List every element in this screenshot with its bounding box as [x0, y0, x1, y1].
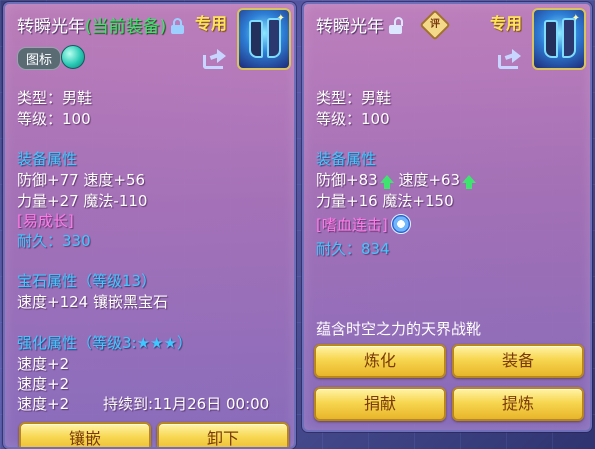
equip-button[interactable]: 装备: [452, 344, 584, 378]
boots-item-icon: ✦: [237, 8, 291, 70]
boots-item-icon: ✦: [532, 8, 586, 70]
enhance-expire: 持续到:11月26日 00:00: [103, 395, 270, 413]
rating-badge-text: 评: [430, 19, 440, 30]
item-type: 类型：男鞋: [316, 89, 392, 107]
share-icon[interactable]: [498, 49, 522, 69]
item-level: 等级：100: [316, 110, 390, 128]
gem-attr-title: 宝石属性（等级13）: [17, 270, 156, 291]
up-arrow-icon: [379, 175, 394, 189]
special-effect: [易成长]: [17, 212, 74, 230]
attr-line-2: 力量+16 魔法+150: [316, 192, 454, 210]
enhance-line-1: 速度+2: [17, 355, 70, 373]
durability-value: 330: [62, 232, 91, 250]
item-title-row: 转瞬光年: [316, 12, 403, 37]
icon-tag[interactable]: 图标: [17, 47, 62, 70]
attr-line-2: 力量+27 魔法-110: [17, 192, 148, 210]
gem-attr-title-text: 宝石属性（等级13）: [17, 272, 157, 290]
item-level: 等级：100: [17, 110, 91, 128]
attr-line-1: 防御+77 速度+56: [17, 171, 146, 189]
lock-icon[interactable]: [171, 18, 185, 34]
rating-icon[interactable]: 评: [419, 9, 451, 41]
gem-icon[interactable]: [61, 45, 85, 69]
gem-attr-line: 速度+124 镶嵌黑宝石: [17, 293, 168, 311]
refresh-icon[interactable]: [390, 214, 411, 234]
attr-defense: 防御+83: [316, 171, 378, 189]
equip-attr-title: 装备属性: [17, 150, 78, 168]
equip-attr-title: 装备属性: [316, 150, 377, 168]
current-equip-label: (当前装备): [85, 17, 167, 37]
attr-line-1: 防御+83 速度+63: [316, 169, 477, 190]
item-title-row: 转瞬光年(当前装备): [17, 12, 185, 37]
durability: 耐久：330: [17, 230, 91, 251]
durability: 耐久：834: [316, 238, 390, 259]
compare-item-tooltip: 转瞬光年 评 专用 ✦ 类型：男鞋 等级：100 装备属性 防御+83 速度+6…: [302, 2, 592, 432]
special-effect: [嗜血连击]: [316, 214, 411, 235]
item-name: 转瞬光年: [316, 17, 384, 37]
unequip-button[interactable]: 卸下: [157, 422, 289, 447]
durability-value: 834: [361, 240, 390, 258]
share-icon[interactable]: [203, 49, 227, 69]
extract-button[interactable]: 提炼: [452, 387, 584, 421]
refine-button[interactable]: 炼化: [314, 344, 446, 378]
attr-speed: 速度+63: [398, 171, 461, 189]
inlay-button[interactable]: 镶嵌: [19, 422, 151, 447]
durability-label: 耐久：: [17, 232, 63, 250]
up-arrow-icon: [462, 175, 477, 189]
item-description: 蕴含时空之力的天界战靴: [316, 320, 482, 338]
enhance-line-2: 速度+2: [17, 375, 70, 393]
item-name: 转瞬光年: [17, 17, 85, 37]
equipped-item-tooltip: 转瞬光年(当前装备) 专用 ✦ 图标 类型：男鞋 等级：100 装备属性 防御+…: [3, 2, 296, 449]
durability-label: 耐久：: [316, 240, 362, 258]
item-type: 类型：男鞋: [17, 89, 93, 107]
enhance-line-3: 速度+2: [17, 395, 70, 413]
special-effect-text: [嗜血连击]: [316, 216, 388, 234]
unlock-icon[interactable]: [389, 17, 403, 34]
exclusive-label: 专用: [490, 14, 523, 33]
exclusive-label: 专用: [195, 14, 228, 33]
enhance-attr-title: 强化属性（等级3:★★★）: [17, 334, 192, 352]
donate-button[interactable]: 捐献: [314, 387, 446, 421]
